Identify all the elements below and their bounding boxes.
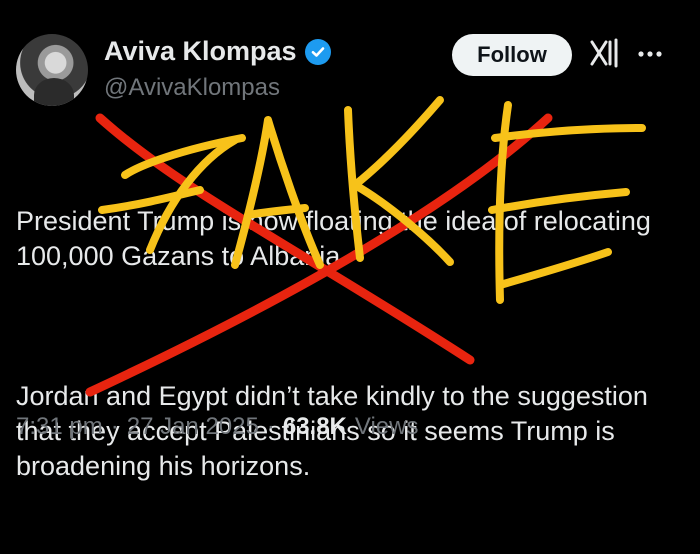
tweet-text: President Trump is now floating the idea… [16,134,676,554]
views-label: Views [354,413,419,440]
meta-separator: · [266,413,275,440]
author-name-row: Aviva Klompas [104,36,331,67]
views-count: 63.8K [282,413,347,440]
tweet-time[interactable]: 7:31 pm [16,413,103,441]
tweet-date[interactable]: 27 Jan 2025 [127,413,259,441]
verified-badge-icon [304,38,331,65]
tweet-card: Aviva Klompas @AvivaKlompas Follow Presi… [0,0,700,481]
more-icon[interactable] [636,40,664,68]
tweet-paragraph-1: President Trump is now floating the idea… [16,206,659,271]
follow-button[interactable]: Follow [452,34,572,76]
author-handle[interactable]: @AvivaKlompas [104,74,280,102]
grok-icon[interactable] [588,36,622,70]
author-display-name[interactable]: Aviva Klompas [104,36,297,67]
avatar[interactable] [16,34,88,106]
tweet-meta: 7:31 pm · 27 Jan 2025 · 63.8K Views [16,413,418,441]
meta-separator: · [110,413,119,440]
